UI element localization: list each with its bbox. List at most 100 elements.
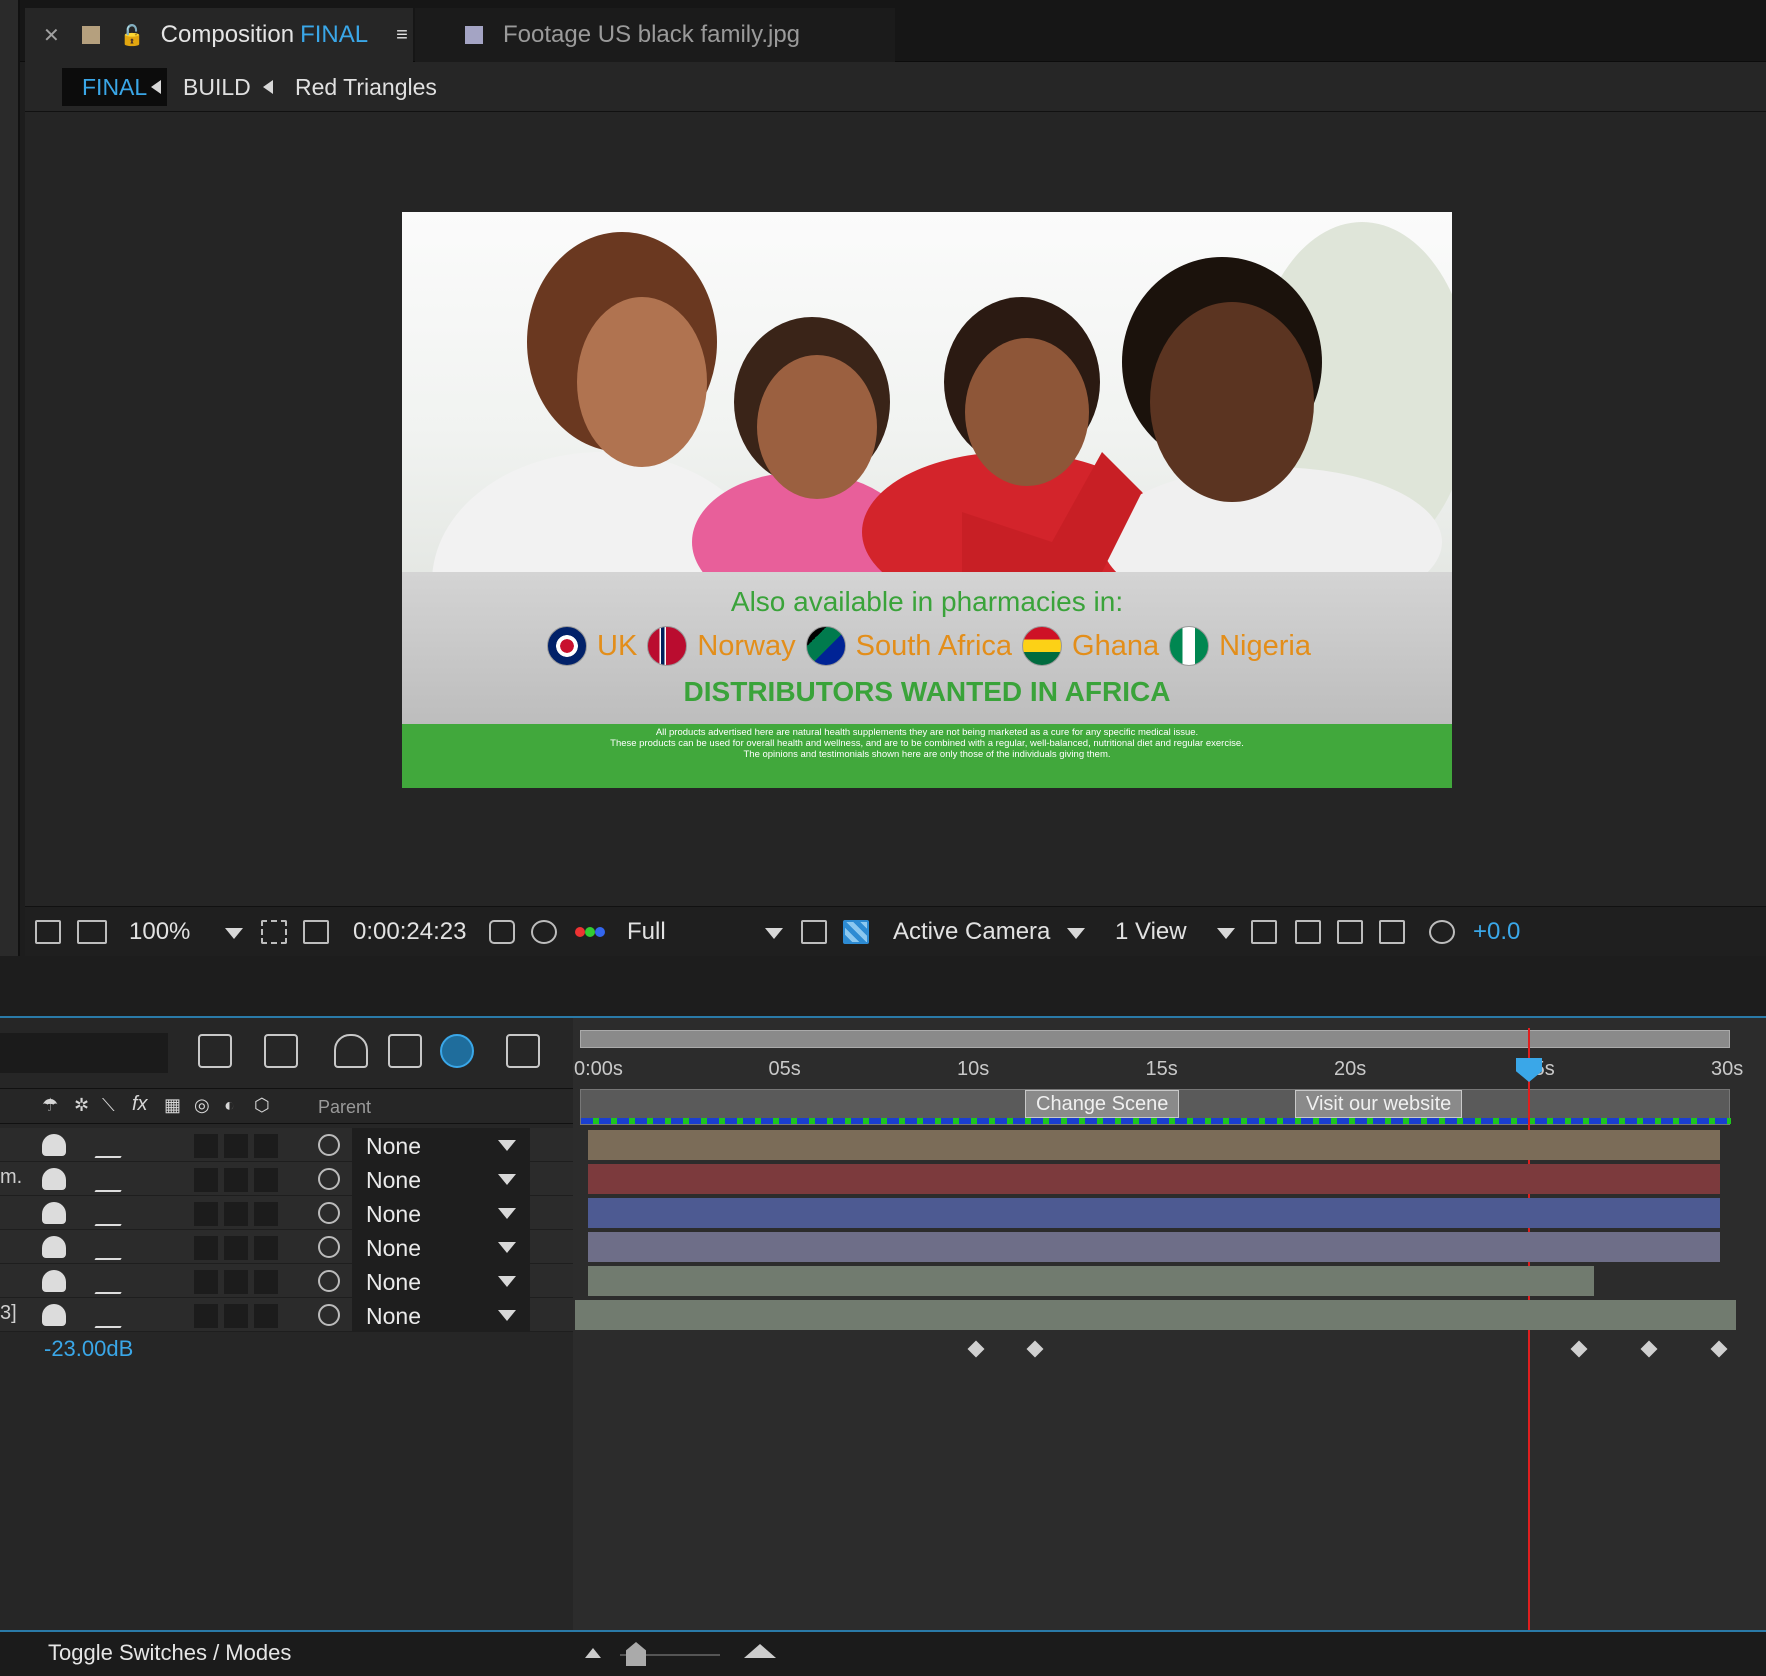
pickwhip-icon[interactable]	[318, 1236, 340, 1258]
adjustment-switch[interactable]	[224, 1134, 248, 1158]
parent-column-header[interactable]: Parent	[318, 1097, 371, 1118]
3d-layer-switch[interactable]	[254, 1304, 278, 1328]
title-safe-icon[interactable]	[261, 920, 287, 944]
panel-menu-icon[interactable]: ≡	[396, 24, 408, 47]
camera-view-select[interactable]: Active Camera	[893, 916, 1050, 948]
3d-layer-switch[interactable]	[254, 1202, 278, 1226]
transparency-grid-icon[interactable]	[843, 920, 869, 944]
layer-search-field[interactable]	[0, 1033, 168, 1073]
adjustment-switch[interactable]	[224, 1270, 248, 1294]
motion-blur-switch[interactable]	[194, 1304, 218, 1328]
timeline-icon[interactable]	[1337, 920, 1363, 944]
layer-row[interactable]: None	[0, 1196, 573, 1230]
tab-composition[interactable]: ✕ 🔓 Composition FINAL ≡	[25, 8, 413, 62]
zoom-out-icon[interactable]	[585, 1648, 601, 1658]
comp-mini-flowchart-icon[interactable]	[198, 1034, 232, 1068]
tab-footage[interactable]: Footage US black family.jpg	[415, 8, 895, 62]
3d-layer-switch[interactable]	[254, 1134, 278, 1158]
quality-switch-icon[interactable]	[94, 1200, 136, 1226]
motion-blur-switch[interactable]	[194, 1270, 218, 1294]
3d-layer-switch[interactable]	[254, 1236, 278, 1260]
pickwhip-icon[interactable]	[318, 1202, 340, 1224]
shy-switch-icon[interactable]	[42, 1236, 66, 1258]
shy-layers-icon[interactable]	[334, 1034, 368, 1068]
camera-snapshot-icon[interactable]	[489, 920, 515, 944]
parent-select[interactable]: None	[352, 1264, 530, 1298]
layer-row[interactable]: None	[0, 1264, 573, 1298]
adjustment-switch[interactable]	[224, 1304, 248, 1328]
parent-select[interactable]: None	[352, 1162, 530, 1196]
zoom-slider-thumb[interactable]	[626, 1642, 646, 1666]
frame-blending-icon[interactable]	[388, 1034, 422, 1068]
motion-blur-switch[interactable]	[194, 1168, 218, 1192]
layer-row[interactable]: None	[0, 1128, 573, 1162]
layer-row[interactable]: 3] None	[0, 1298, 573, 1332]
time-ruler[interactable]: 0:00s05s10s15s20s25s30s	[574, 1028, 1743, 1086]
fast-previews-icon[interactable]	[1295, 920, 1321, 944]
layer-duration-bar[interactable]	[588, 1266, 1594, 1296]
rgb-channel-icon[interactable]	[575, 916, 605, 948]
adjustment-switch[interactable]	[224, 1168, 248, 1192]
chevron-down-icon[interactable]	[1067, 928, 1085, 939]
parent-select[interactable]: None	[352, 1196, 530, 1230]
3d-layer-switch[interactable]	[254, 1168, 278, 1192]
motion-blur-icon[interactable]	[440, 1034, 474, 1068]
lock-icon[interactable]: 🔓	[120, 23, 145, 48]
work-area-bar[interactable]: Change Scene Visit our website	[580, 1089, 1731, 1125]
pickwhip-icon[interactable]	[318, 1304, 340, 1326]
exposure-value[interactable]: +0.0	[1473, 916, 1520, 948]
mask-visibility-icon[interactable]	[303, 920, 329, 944]
shy-switch-icon[interactable]	[42, 1202, 66, 1224]
layer-duration-bar[interactable]	[588, 1164, 1720, 1194]
shy-switch-icon[interactable]	[42, 1168, 66, 1190]
parent-select[interactable]: None	[352, 1298, 530, 1332]
flowchart-icon[interactable]	[1379, 920, 1405, 944]
draft-3d-icon[interactable]	[264, 1034, 298, 1068]
motion-blur-switch[interactable]	[194, 1202, 218, 1226]
region-of-interest-icon[interactable]	[801, 920, 827, 944]
current-time[interactable]: 0:00:24:23	[353, 916, 466, 948]
adjustment-switch[interactable]	[224, 1236, 248, 1260]
zoom-select[interactable]: 100%	[129, 916, 190, 948]
zoom-in-icon[interactable]	[744, 1644, 776, 1658]
layer-row[interactable]: m. None	[0, 1162, 573, 1196]
quality-switch-icon[interactable]	[94, 1132, 136, 1158]
audio-level-value[interactable]: -23.00dB	[44, 1336, 133, 1362]
quality-switch-icon[interactable]	[94, 1268, 136, 1294]
layer-duration-bar[interactable]	[575, 1300, 1736, 1330]
close-tab-icon[interactable]: ✕	[43, 23, 60, 48]
chevron-down-icon[interactable]	[225, 928, 243, 939]
view-layout-select[interactable]: 1 View	[1115, 916, 1187, 948]
shy-switch-icon[interactable]	[42, 1304, 66, 1326]
adjustment-switch[interactable]	[224, 1202, 248, 1226]
motion-blur-switch[interactable]	[194, 1236, 218, 1260]
quality-switch-icon[interactable]	[94, 1234, 136, 1260]
quality-switch-icon[interactable]	[94, 1166, 136, 1192]
chevron-down-icon[interactable]	[1217, 928, 1235, 939]
pickwhip-icon[interactable]	[318, 1134, 340, 1156]
toggle-switches-modes[interactable]: Toggle Switches / Modes	[48, 1640, 291, 1666]
pickwhip-icon[interactable]	[318, 1168, 340, 1190]
chevron-down-icon[interactable]	[765, 928, 783, 939]
marker-change-scene[interactable]: Change Scene	[1025, 1090, 1180, 1118]
pickwhip-icon[interactable]	[318, 1270, 340, 1292]
graph-editor-icon[interactable]	[506, 1034, 540, 1068]
exposure-icon[interactable]	[1429, 920, 1455, 944]
shy-switch-icon[interactable]	[42, 1134, 66, 1156]
parent-select[interactable]: None	[352, 1230, 530, 1264]
monitor-icon[interactable]	[77, 920, 107, 944]
motion-blur-switch[interactable]	[194, 1134, 218, 1158]
show-snapshot-icon[interactable]	[531, 920, 557, 944]
crumb-red-triangles[interactable]: Red Triangles	[295, 68, 437, 106]
toggle-pixel-aspect-icon[interactable]	[1251, 920, 1277, 944]
crumb-build[interactable]: BUILD	[183, 68, 251, 106]
3d-layer-switch[interactable]	[254, 1270, 278, 1294]
layer-duration-bar[interactable]	[588, 1130, 1720, 1160]
resolution-select[interactable]: Full	[627, 916, 666, 948]
parent-select[interactable]: None	[352, 1128, 530, 1162]
marker-visit-website[interactable]: Visit our website	[1295, 1090, 1463, 1118]
layer-duration-bar[interactable]	[588, 1232, 1720, 1262]
layer-row[interactable]: None	[0, 1230, 573, 1264]
always-preview-icon[interactable]	[35, 920, 61, 944]
quality-switch-icon[interactable]	[94, 1302, 136, 1328]
